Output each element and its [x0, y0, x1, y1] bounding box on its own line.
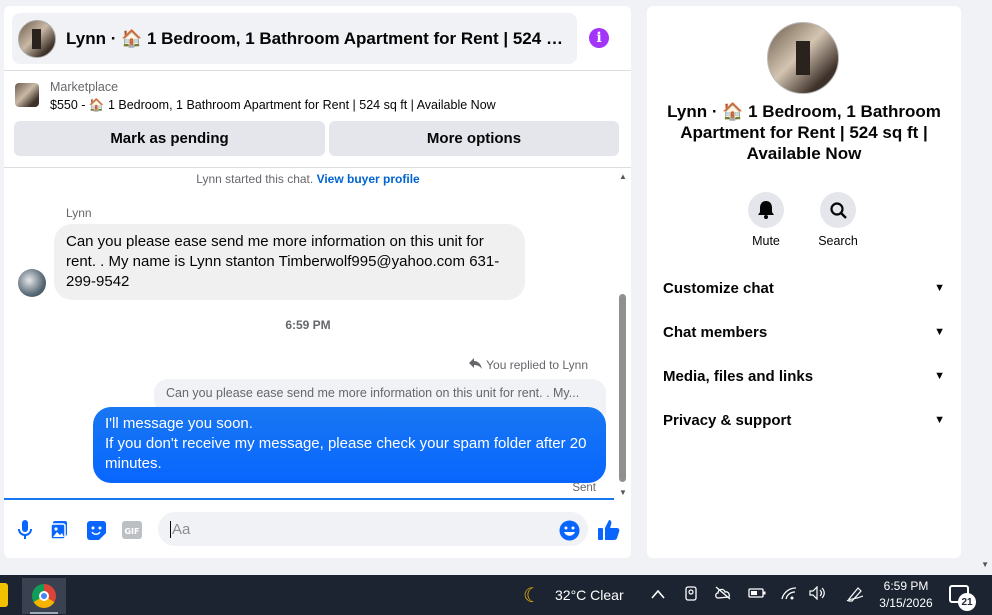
photo-icon[interactable] — [49, 519, 71, 541]
section-label: Media, files and links — [663, 367, 814, 385]
microphone-icon[interactable] — [14, 519, 36, 541]
sticker-icon[interactable] — [85, 519, 107, 541]
chat-started-notice: Lynn started this chat. View buyer profi… — [4, 172, 612, 186]
reply-indicator: You replied to Lynn — [469, 358, 588, 372]
section-label: Chat members — [663, 323, 768, 341]
sender-avatar[interactable] — [18, 269, 46, 297]
scroll-down-arrow-icon[interactable]: ▼ — [619, 488, 627, 497]
message-composer: GIF Aa — [4, 506, 631, 554]
sent-status: Sent — [572, 482, 596, 494]
divider — [4, 70, 631, 71]
page-scroll-down-icon[interactable]: ▼ — [981, 560, 989, 569]
notification-badge: 21 — [958, 593, 976, 611]
scroll-thumb[interactable] — [619, 294, 626, 482]
marketplace-label: Marketplace — [50, 80, 119, 94]
chat-panel: Lynn · 🏠 1 Bedroom, 1 Bathroom Apartment… — [4, 6, 631, 558]
moon-icon[interactable]: ☾ — [523, 583, 541, 608]
info-title: Lynn · 🏠 1 Bedroom, 1 Bathroom Apartment… — [667, 102, 941, 163]
chevron-down-icon: ▼ — [934, 282, 945, 294]
incoming-message[interactable]: Can you please ease send me more informa… — [54, 224, 525, 300]
chat-title: Lynn · 🏠 1 Bedroom, 1 Bathroom Apartment… — [66, 28, 571, 48]
battery-icon[interactable] — [748, 586, 766, 603]
sender-name: Lynn — [66, 206, 92, 220]
section-label: Customize chat — [663, 279, 774, 297]
divider — [4, 167, 631, 168]
section-label: Privacy & support — [663, 411, 792, 429]
privacy-support-section[interactable]: Privacy & support ▼ — [663, 408, 945, 432]
outgoing-message-line: If you don't receive my message, please … — [105, 435, 587, 472]
customize-chat-section[interactable]: Customize chat ▼ — [663, 276, 945, 300]
like-icon[interactable] — [598, 519, 620, 541]
clock-time: 6:59 PM — [883, 579, 929, 593]
chrome-taskbar-button[interactable] — [22, 578, 66, 614]
cloud-off-icon[interactable] — [714, 586, 732, 604]
listing-avatar — [18, 19, 56, 58]
clock-date: 3/15/2026 — [879, 596, 933, 610]
volume-icon[interactable] — [809, 585, 827, 604]
chevron-down-icon: ▼ — [934, 414, 945, 426]
chat-members-section[interactable]: Chat members ▼ — [663, 320, 945, 344]
chat-started-text: Lynn started this chat. — [196, 172, 314, 186]
chat-header[interactable]: Lynn · 🏠 1 Bedroom, 1 Bathroom Apartment… — [12, 13, 577, 64]
bell-icon[interactable] — [748, 192, 784, 228]
wifi-icon[interactable] — [780, 586, 798, 604]
gif-icon[interactable]: GIF — [121, 519, 143, 541]
camera-icon[interactable] — [684, 586, 698, 606]
composer-focus-line — [4, 498, 614, 500]
mute-action[interactable]: Mute — [736, 192, 796, 248]
info-avatar[interactable] — [767, 22, 839, 94]
mute-label: Mute — [752, 234, 780, 248]
search-action[interactable]: Search — [808, 192, 868, 248]
outgoing-message[interactable]: I'll message you soon. If you don't rece… — [93, 407, 606, 483]
svg-text:GIF: GIF — [124, 527, 139, 536]
active-app-indicator — [30, 612, 58, 614]
listing-thumbnail[interactable] — [15, 83, 39, 107]
view-buyer-profile-link[interactable]: View buyer profile — [317, 172, 420, 186]
media-files-links-section[interactable]: Media, files and links ▼ — [663, 364, 945, 388]
listing-description[interactable]: $550 - 🏠 1 Bedroom, 1 Bathroom Apartment… — [50, 98, 496, 113]
message-input[interactable]: Aa — [158, 512, 588, 546]
scroll-up-arrow-icon[interactable]: ▲ — [619, 172, 627, 181]
taskbar: ☾ 32°C Clear 6:59 PM 3/15/2026 21 — [0, 575, 992, 615]
search-icon[interactable] — [820, 192, 856, 228]
chat-info-panel: Lynn · 🏠 1 Bedroom, 1 Bathroom Apartment… — [647, 6, 961, 558]
chat-scrollbar[interactable]: ▲ ▼ — [617, 172, 627, 498]
outgoing-message-line: I'll message you soon. — [105, 415, 253, 432]
time-divider: 6:59 PM — [285, 318, 331, 332]
info-icon[interactable]: i — [589, 28, 609, 48]
taskbar-clock[interactable]: 6:59 PM 3/15/2026 — [876, 578, 936, 612]
pen-icon[interactable] — [846, 586, 864, 606]
weather-widget[interactable]: 32°C Clear — [555, 587, 624, 603]
replied-label: You replied to Lynn — [486, 358, 588, 372]
reply-arrow-icon — [469, 358, 483, 372]
mark-as-pending-button[interactable]: Mark as pending — [14, 121, 325, 156]
more-options-button[interactable]: More options — [329, 121, 619, 156]
search-label: Search — [818, 234, 858, 248]
taskbar-app-icon[interactable] — [0, 583, 8, 607]
chevron-up-icon[interactable] — [651, 586, 665, 603]
chevron-down-icon: ▼ — [934, 370, 945, 382]
chevron-down-icon: ▼ — [934, 326, 945, 338]
emoji-icon[interactable] — [558, 519, 580, 541]
chrome-icon — [32, 584, 56, 608]
